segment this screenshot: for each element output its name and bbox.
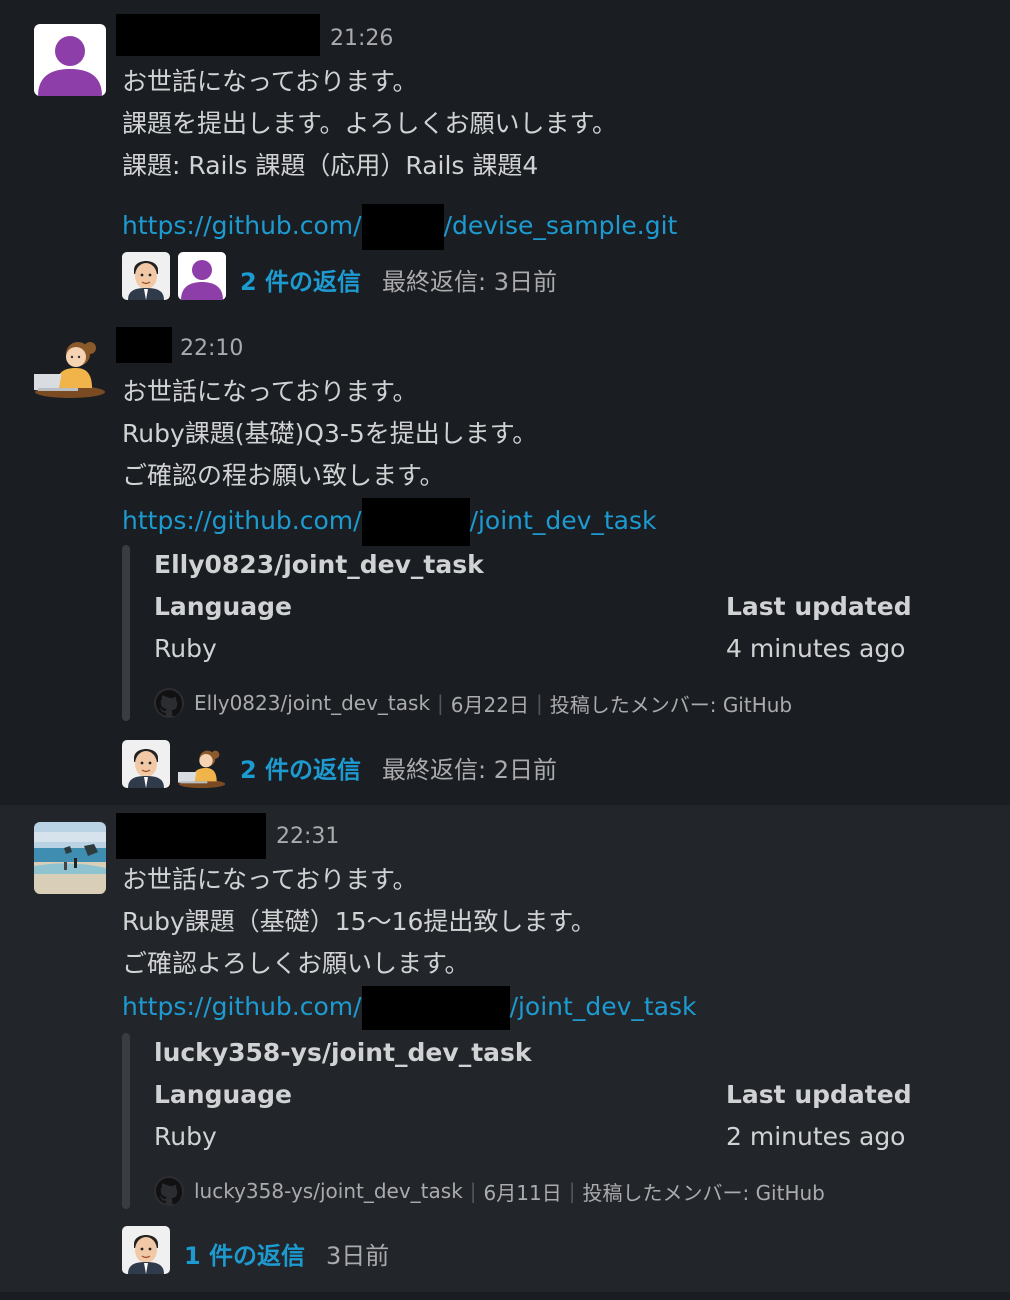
message-3[interactable]: 22:31 お世話になっております。 Ruby課題（基礎）15〜16提出致します…: [0, 805, 1010, 1292]
unfurl-title[interactable]: lucky358-ys/joint_dev_task: [154, 1038, 532, 1067]
link-suffix[interactable]: /joint_dev_task: [470, 506, 657, 535]
unfurl-language-label: Language: [154, 1080, 293, 1109]
last-reply-time: 3日前: [326, 1242, 390, 1270]
unfurl-accent-bar: [122, 1033, 130, 1209]
reply-avatar-memoji[interactable]: [122, 740, 170, 788]
message-timestamp[interactable]: 22:10: [180, 336, 243, 361]
footer-separator: |: [437, 691, 444, 715]
footer-repo[interactable]: lucky358-ys/joint_dev_task: [194, 1179, 463, 1203]
default-user-avatar[interactable]: [34, 24, 106, 96]
message-text-line: お世話になっております。: [122, 67, 418, 96]
github-icon: [154, 1176, 184, 1206]
message-text-line: Ruby課題（基礎）15〜16提出致します。: [122, 907, 596, 936]
message-text-line: お世話になっております。: [122, 377, 418, 406]
message-text-line: Ruby課題(基礎)Q3-5を提出します。: [122, 419, 538, 448]
redacted-link-segment: [361, 498, 470, 546]
footer-poster: 投稿したメンバー: GitHub: [582, 1180, 825, 1205]
message-text-line: ご確認よろしくお願いします。: [122, 949, 470, 978]
github-link[interactable]: https://github.com/ /joint_dev_task: [122, 498, 657, 546]
github-link[interactable]: https://github.com/ /devise_sample.git: [122, 204, 677, 250]
footer-repo[interactable]: Elly0823/joint_dev_task: [194, 691, 430, 715]
unfurl-language-label: Language: [154, 592, 293, 621]
unfurl-accent-bar: [122, 545, 130, 721]
footer-separator: |: [469, 1179, 477, 1203]
unfurl-language-value: Ruby: [154, 634, 217, 663]
unfurl-title[interactable]: Elly0823/joint_dev_task: [154, 550, 484, 579]
reply-avatar-memoji[interactable]: [122, 1226, 170, 1274]
unfurl-updated-value: 2 minutes ago: [726, 1122, 906, 1151]
reply-avatar-default[interactable]: [178, 252, 226, 300]
redacted-link-segment: [361, 986, 510, 1030]
link-prefix[interactable]: https://github.com/: [122, 506, 362, 535]
message-timestamp[interactable]: 21:26: [330, 26, 393, 51]
unfurl-updated-label: Last updated: [726, 1080, 912, 1109]
thread-replies-link[interactable]: 2 件の返信: [240, 750, 361, 785]
last-reply-time: 最終返信: 2日前: [382, 756, 557, 784]
message-text-line: 課題を提出します。よろしくお願いします。: [122, 109, 618, 138]
laptop-woman-avatar[interactable]: [34, 326, 106, 398]
link-prefix[interactable]: https://github.com/: [122, 211, 362, 240]
reply-avatar-memoji[interactable]: [122, 252, 170, 300]
footer-separator: |: [568, 1179, 576, 1203]
github-link[interactable]: https://github.com/ /joint_dev_task: [122, 986, 697, 1030]
thread-replies-link[interactable]: 1 件の返信: [184, 1236, 305, 1271]
unfurl-updated-value: 4 minutes ago: [726, 634, 906, 663]
unfurl-updated-label: Last updated: [726, 592, 912, 621]
redacted-username: [116, 327, 172, 363]
footer-date[interactable]: 6月22日: [451, 689, 529, 718]
link-prefix[interactable]: https://github.com/: [122, 992, 362, 1021]
footer-separator: |: [535, 691, 543, 715]
link-suffix[interactable]: /joint_dev_task: [510, 992, 697, 1021]
unfurl-footer: Elly0823/joint_dev_task | 6月22日 | 投稿したメン…: [154, 688, 792, 718]
message-1[interactable]: 21:26 お世話になっております。 課題を提出します。よろしくお願いします。 …: [0, 0, 1010, 310]
message-text-line: 課題: Rails 課題（応用）Rails 課題4: [122, 151, 539, 180]
last-reply-time: 最終返信: 3日前: [382, 268, 557, 296]
unfurl-language-value: Ruby: [154, 1122, 217, 1151]
footer-poster: 投稿したメンバー: GitHub: [549, 692, 793, 717]
beach-photo-avatar[interactable]: [34, 822, 106, 894]
message-timestamp[interactable]: 22:31: [276, 824, 339, 849]
link-suffix[interactable]: /devise_sample.git: [444, 211, 678, 240]
redacted-username: [116, 14, 320, 56]
message-text-line: ご確認の程お願い致します。: [122, 461, 445, 490]
reply-avatar-laptop-woman[interactable]: [178, 740, 226, 788]
message-2[interactable]: 22:10 お世話になっております。 Ruby課題(基礎)Q3-5を提出します。…: [0, 310, 1010, 805]
github-icon: [154, 688, 184, 718]
redacted-link-segment: [361, 204, 444, 250]
unfurl-footer: lucky358-ys/joint_dev_task | 6月11日 | 投稿し…: [154, 1176, 825, 1206]
thread-replies-link[interactable]: 2 件の返信: [240, 262, 361, 297]
footer-date[interactable]: 6月11日: [484, 1177, 562, 1206]
redacted-username: [116, 813, 266, 859]
message-text-line: お世話になっております。: [122, 865, 418, 894]
